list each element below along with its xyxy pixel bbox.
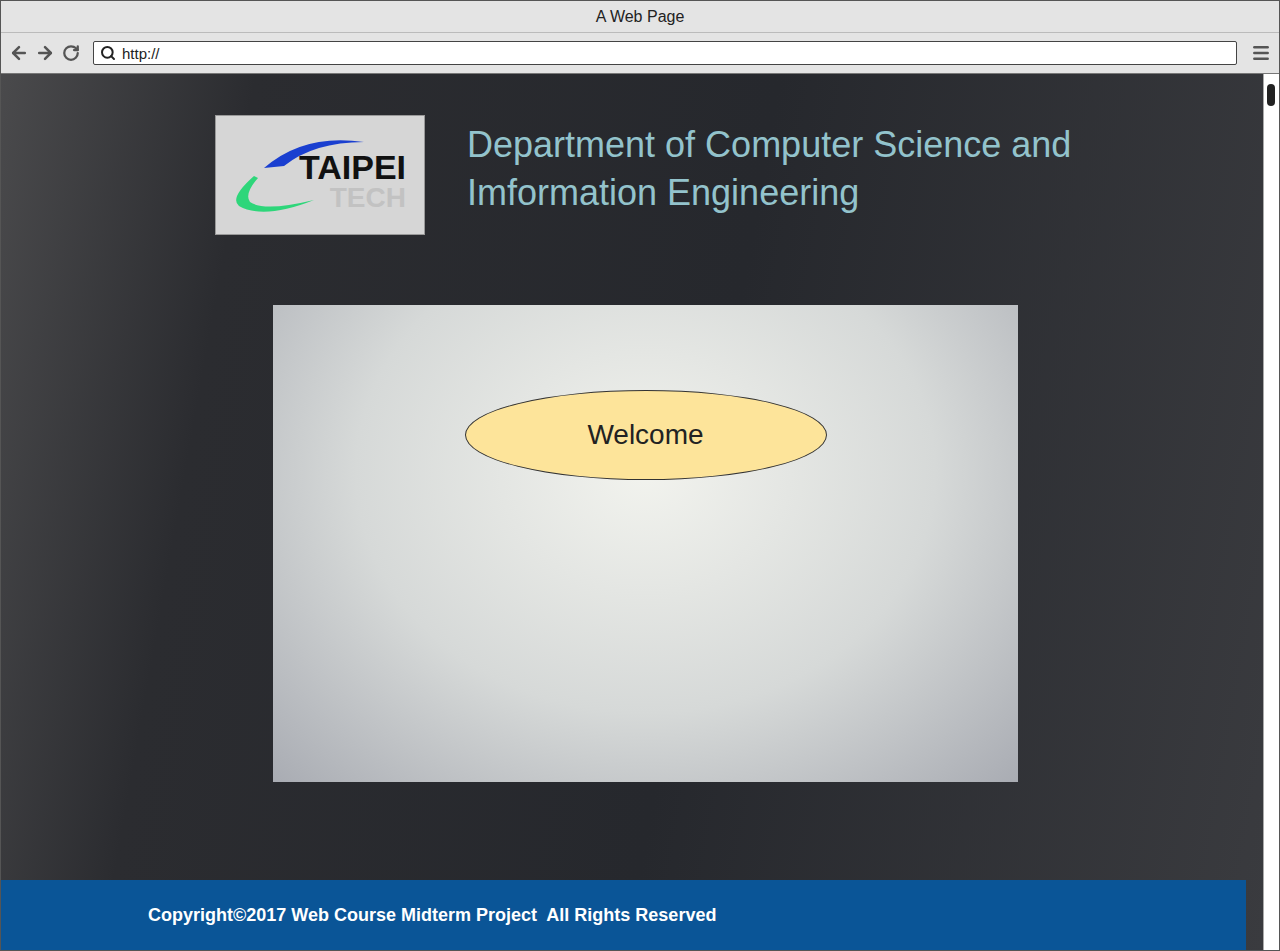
menu-icon[interactable]: [1251, 43, 1271, 63]
welcome-button[interactable]: Welcome: [465, 390, 827, 480]
page: TAIPEITECH Department of Computer Science…: [1, 74, 1263, 950]
forward-icon[interactable]: [35, 43, 55, 63]
logo: TAIPEITECH: [215, 115, 425, 235]
scrollbar[interactable]: [1263, 74, 1279, 950]
logo-secondary: TECH: [330, 184, 406, 212]
reload-icon[interactable]: [61, 44, 81, 62]
hero-image: Welcome: [273, 305, 1018, 782]
address-text: http://: [122, 45, 160, 62]
header: TAIPEITECH Department of Computer Science…: [215, 115, 1263, 235]
footer: Copyright©2017 Web Course Midterm Projec…: [1, 880, 1246, 950]
address-bar[interactable]: http://: [93, 41, 1237, 65]
browser-window: A Web Page http:// TAIPEITECH Department of…: [0, 0, 1280, 951]
search-icon: [100, 45, 116, 61]
window-title: A Web Page: [1, 1, 1279, 33]
department-title: Department of Computer Science and Imfor…: [467, 121, 1187, 217]
logo-primary: TAIPEI: [299, 150, 406, 184]
toolbar: http://: [1, 33, 1279, 74]
back-icon[interactable]: [9, 43, 29, 63]
scrollbar-thumb[interactable]: [1267, 84, 1275, 106]
